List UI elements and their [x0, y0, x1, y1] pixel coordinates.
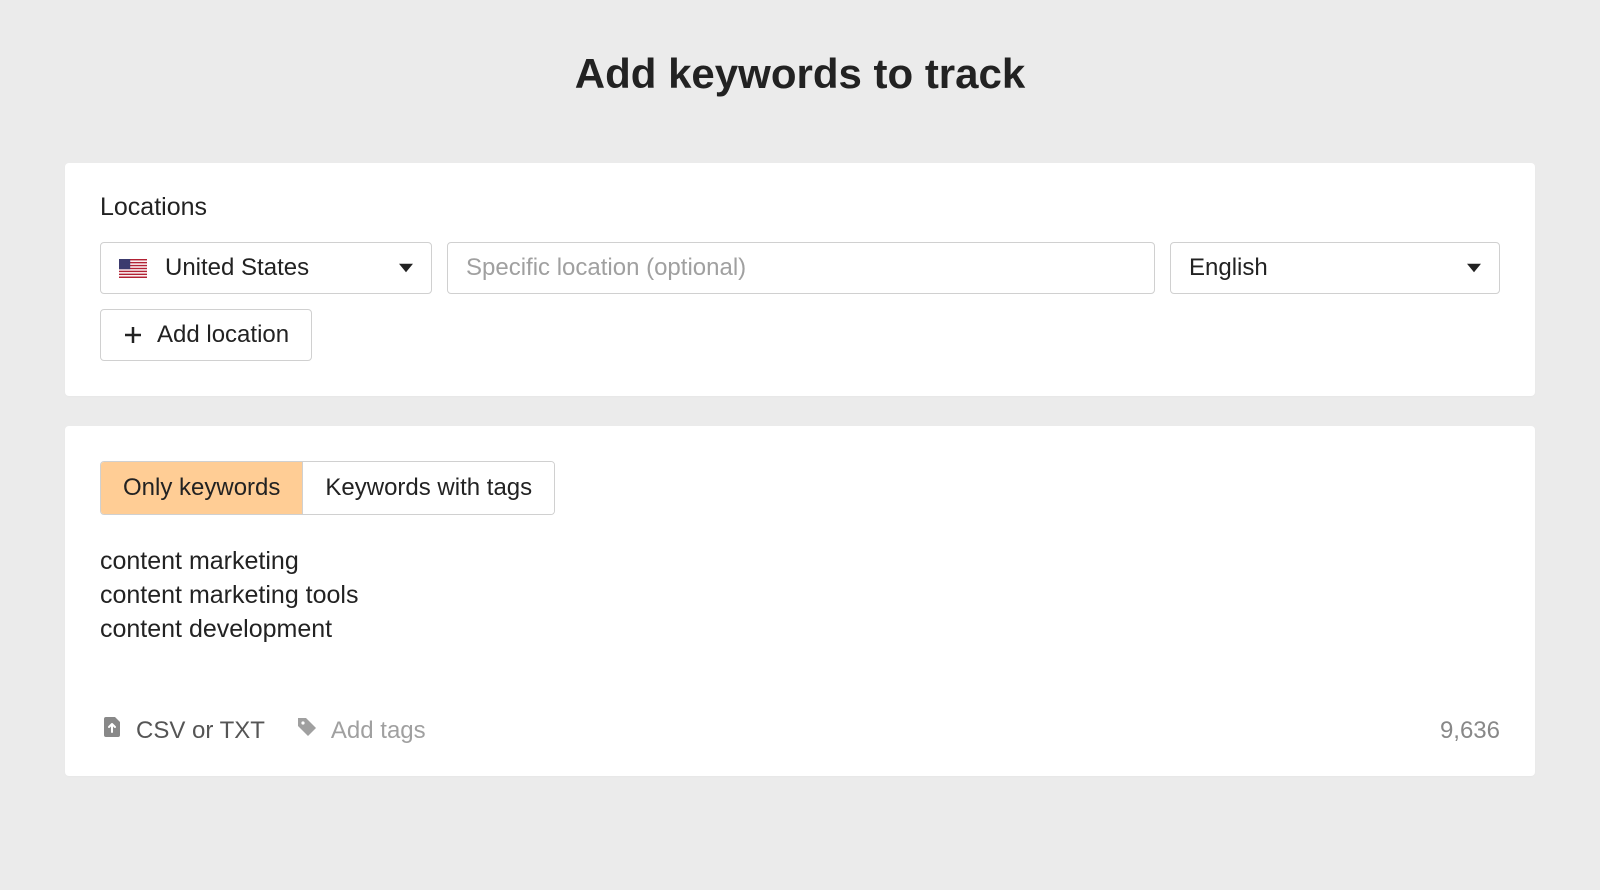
- tab-keywords-with-tags[interactable]: Keywords with tags: [303, 462, 554, 514]
- language-value: English: [1189, 254, 1268, 282]
- caret-down-icon: [1467, 254, 1481, 282]
- tag-icon: [295, 715, 319, 746]
- upload-csv-button[interactable]: CSV or TXT: [100, 715, 265, 746]
- footer-actions: CSV or TXT Add tags: [100, 715, 426, 746]
- keyword-line: content development: [100, 613, 1500, 647]
- locations-label: Locations: [100, 193, 1500, 222]
- keyword-line: content marketing: [100, 545, 1500, 579]
- page-title: Add keywords to track: [65, 50, 1535, 98]
- country-select[interactable]: United States: [100, 242, 432, 294]
- tags-label: Add tags: [331, 717, 426, 745]
- keywords-card: Only keywords Keywords with tags content…: [65, 426, 1535, 776]
- keywords-textarea[interactable]: content marketing content marketing tool…: [100, 545, 1500, 685]
- specific-location-input-wrapper: [447, 242, 1155, 294]
- tab-only-keywords[interactable]: Only keywords: [101, 462, 303, 514]
- csv-label: CSV or TXT: [136, 717, 265, 745]
- language-select[interactable]: English: [1170, 242, 1500, 294]
- add-tags-button[interactable]: Add tags: [295, 715, 426, 746]
- keywords-footer: CSV or TXT Add tags 9,636: [100, 715, 1500, 746]
- us-flag-icon: [119, 259, 147, 278]
- add-location-button[interactable]: Add location: [100, 309, 312, 361]
- plus-icon: [123, 325, 143, 345]
- locations-card: Locations United States: [65, 163, 1535, 396]
- keywords-remaining-count: 9,636: [1440, 717, 1500, 745]
- keyword-line: content marketing tools: [100, 579, 1500, 613]
- upload-file-icon: [100, 715, 124, 746]
- specific-location-input[interactable]: [466, 254, 1136, 282]
- keywords-tab-group: Only keywords Keywords with tags: [100, 461, 555, 515]
- country-value: United States: [165, 254, 309, 282]
- add-location-label: Add location: [157, 321, 289, 349]
- locations-row: United States English: [100, 242, 1500, 294]
- caret-down-icon: [399, 254, 413, 282]
